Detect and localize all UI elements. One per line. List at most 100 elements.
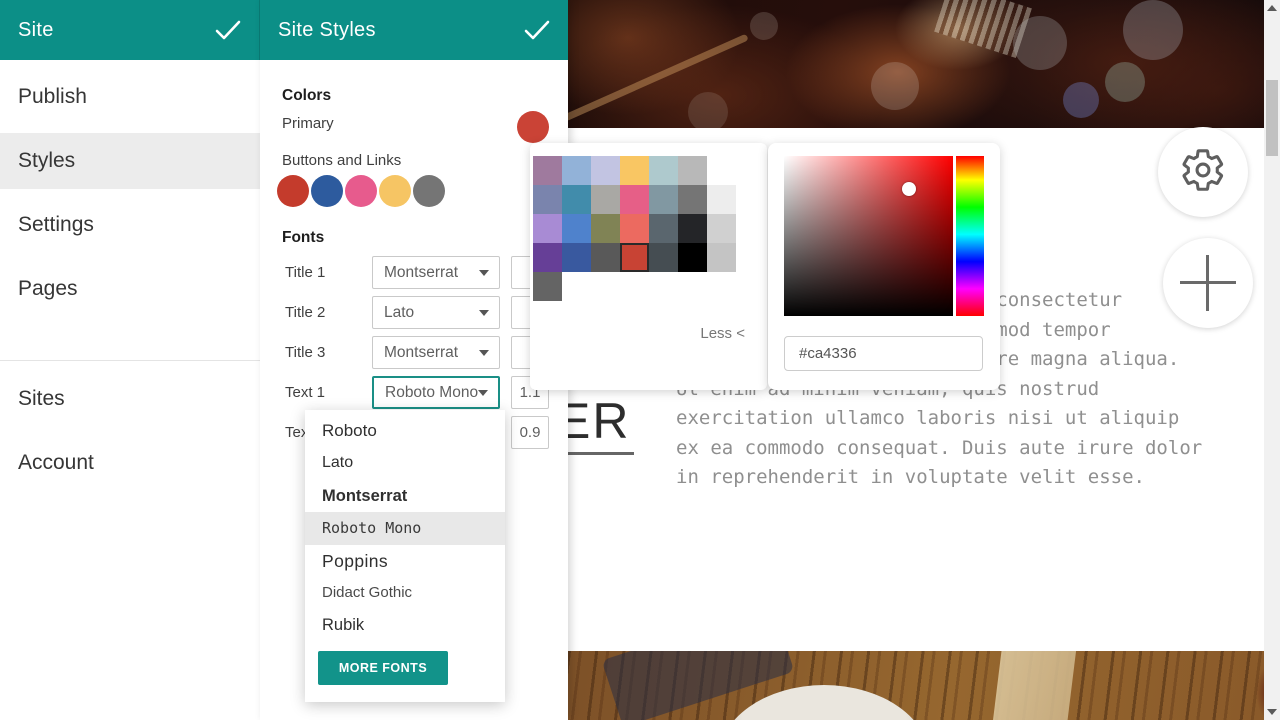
site-header[interactable]: Site	[0, 0, 260, 60]
app-window: ER Lorem ipsum dolor sit amet, consectet…	[0, 0, 1280, 720]
swatch[interactable]	[707, 185, 736, 214]
swatch[interactable]	[591, 243, 620, 272]
swatch[interactable]	[678, 243, 707, 272]
gear-icon	[1180, 147, 1226, 198]
swatch[interactable]	[562, 243, 591, 272]
buttons-links-label: Buttons and Links	[282, 152, 401, 169]
scrollbar-thumb[interactable]	[1266, 80, 1278, 156]
site-styles-title: Site Styles	[278, 19, 376, 42]
bokeh-light	[1105, 62, 1145, 102]
site-sidebar: Site Publish Styles Settings Pages Sites…	[0, 0, 260, 720]
font-select-text1[interactable]: Roboto Mono	[372, 376, 500, 409]
swatch[interactable]	[678, 214, 707, 243]
hue-slider[interactable]	[956, 156, 984, 316]
font-select-value: Roboto Mono	[385, 384, 478, 402]
scroll-up-icon[interactable]	[1267, 5, 1277, 11]
swatch[interactable]	[649, 156, 678, 185]
swatch[interactable]	[620, 185, 649, 214]
bottom-image-block[interactable]	[568, 651, 1264, 720]
sidebar-item-sites[interactable]: Sites	[0, 382, 260, 416]
font-row-label-text1: Text 1	[285, 384, 325, 401]
font-row-label-title3: Title 3	[285, 344, 325, 361]
check-icon[interactable]	[215, 19, 241, 41]
swatch[interactable]	[678, 185, 707, 214]
swatch[interactable]	[620, 214, 649, 243]
swatch[interactable]	[620, 243, 649, 272]
sidebar-item-account[interactable]: Account	[0, 446, 260, 480]
bokeh-light	[871, 62, 919, 110]
bokeh-light	[750, 12, 778, 40]
swatch[interactable]	[620, 156, 649, 185]
bokeh-light	[688, 92, 728, 128]
font-option-didact-gothic[interactable]: Didact Gothic	[305, 577, 505, 609]
font-select-value: Montserrat	[384, 344, 458, 362]
bokeh-light	[1123, 0, 1183, 60]
white-bowl	[718, 685, 930, 720]
picker-handle[interactable]	[902, 182, 916, 196]
add-block-button[interactable]	[1163, 238, 1253, 328]
chevron-down-icon	[479, 310, 489, 316]
chevron-down-icon	[479, 350, 489, 356]
swatch[interactable]	[533, 214, 562, 243]
chevron-down-icon	[478, 390, 488, 396]
button-color-swatch[interactable]	[311, 175, 343, 207]
swatch[interactable]	[562, 156, 591, 185]
swatch[interactable]	[591, 214, 620, 243]
less-toggle-link[interactable]: Less <	[700, 325, 745, 342]
swatch[interactable]	[649, 243, 678, 272]
site-styles-header[interactable]: Site Styles	[260, 0, 568, 60]
swatch[interactable]	[533, 272, 562, 301]
primary-color-swatch[interactable]	[517, 111, 549, 143]
sidebar-item-settings[interactable]: Settings	[0, 208, 260, 242]
font-dropdown-menu: Roboto Lato Montserrat Roboto Mono Poppi…	[305, 410, 505, 702]
sidebar-divider	[0, 360, 260, 361]
wood-dark-edge	[1214, 651, 1264, 720]
button-color-swatch[interactable]	[413, 175, 445, 207]
font-option-rubik[interactable]: Rubik	[305, 609, 505, 641]
font-select-title1[interactable]: Montserrat	[372, 256, 500, 289]
sidebar-item-publish[interactable]: Publish	[0, 80, 260, 114]
swatch[interactable]	[678, 156, 707, 185]
swatch[interactable]	[591, 185, 620, 214]
preview-scrollbar[interactable]	[1264, 0, 1280, 720]
swatch[interactable]	[707, 243, 736, 272]
button-color-swatch[interactable]	[345, 175, 377, 207]
font-row-label-title1: Title 1	[285, 264, 325, 281]
button-color-swatch[interactable]	[277, 175, 309, 207]
swatch[interactable]	[533, 185, 562, 214]
primary-color-label: Primary	[282, 115, 334, 132]
button-color-swatch[interactable]	[379, 175, 411, 207]
swatch[interactable]	[562, 185, 591, 214]
colors-section-label: Colors	[282, 87, 331, 105]
bokeh-light	[1063, 82, 1099, 118]
font-select-value: Lato	[384, 304, 414, 322]
saturation-value-area[interactable]	[784, 156, 953, 316]
sidebar-item-styles[interactable]: Styles	[0, 133, 260, 189]
site-header-title: Site	[18, 19, 54, 42]
font-option-roboto[interactable]: Roboto	[305, 415, 505, 447]
swatch[interactable]	[591, 156, 620, 185]
swatch[interactable]	[649, 185, 678, 214]
font-select-title3[interactable]: Montserrat	[372, 336, 500, 369]
swatch[interactable]	[707, 214, 736, 243]
scroll-down-icon[interactable]	[1267, 709, 1277, 715]
more-fonts-button[interactable]: MORE FONTS	[318, 651, 448, 685]
swatch[interactable]	[533, 156, 562, 185]
font-size-input-text2[interactable]	[511, 416, 549, 449]
font-option-montserrat[interactable]: Montserrat	[305, 480, 505, 512]
font-option-lato[interactable]: Lato	[305, 447, 505, 479]
block-settings-button[interactable]	[1158, 127, 1248, 217]
font-select-title2[interactable]: Lato	[372, 296, 500, 329]
check-icon[interactable]	[524, 19, 550, 41]
font-option-roboto-mono[interactable]: Roboto Mono	[305, 512, 505, 544]
hex-color-input[interactable]	[784, 336, 983, 371]
buttons-color-row	[277, 175, 445, 207]
sidebar-item-pages[interactable]: Pages	[0, 272, 260, 306]
font-option-poppins[interactable]: Poppins	[305, 545, 505, 577]
fonts-section-label: Fonts	[282, 229, 324, 247]
hero-image-block[interactable]	[568, 0, 1264, 128]
swatch[interactable]	[649, 214, 678, 243]
swatch[interactable]	[533, 243, 562, 272]
color-swatch-grid	[533, 156, 736, 301]
swatch[interactable]	[562, 214, 591, 243]
